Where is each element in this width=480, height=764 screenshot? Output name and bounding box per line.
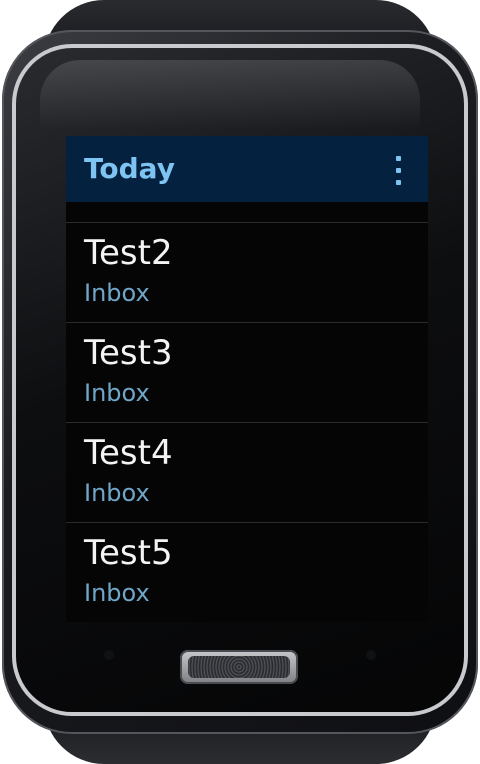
- message-folder: Inbox: [84, 479, 150, 507]
- home-button[interactable]: [180, 650, 298, 684]
- list-item[interactable]: Test2 Inbox: [66, 223, 428, 323]
- message-folder: Inbox: [84, 579, 150, 607]
- partial-list-item: [66, 202, 428, 223]
- smartwatch-device: Today Test2 Inbox Test3 Inbox Test4 Inbo…: [0, 0, 480, 764]
- page-title: Today: [84, 152, 175, 185]
- list-item[interactable]: Test5 Inbox: [66, 523, 428, 622]
- message-title: Test5: [84, 533, 173, 573]
- watch-screen: Today Test2 Inbox Test3 Inbox Test4 Inbo…: [66, 136, 428, 622]
- app-header: Today: [66, 136, 428, 202]
- message-title: Test3: [84, 333, 173, 373]
- message-folder: Inbox: [84, 279, 150, 307]
- message-folder: Inbox: [84, 379, 150, 407]
- message-title: Test4: [84, 433, 173, 473]
- message-list[interactable]: Test2 Inbox Test3 Inbox Test4 Inbox Test…: [66, 202, 428, 622]
- message-title: Test2: [84, 233, 173, 273]
- glass-reflection: [40, 60, 420, 130]
- list-item[interactable]: Test3 Inbox: [66, 323, 428, 423]
- list-item[interactable]: Test4 Inbox: [66, 423, 428, 523]
- home-button-texture: [188, 656, 290, 678]
- sensor-dot-right: [366, 650, 376, 660]
- more-vertical-icon: [396, 156, 401, 161]
- more-vertical-icon-dot: [396, 168, 401, 173]
- sensor-dot-left: [104, 650, 114, 660]
- more-vertical-icon-dot: [396, 180, 401, 185]
- more-options-button[interactable]: [390, 154, 406, 188]
